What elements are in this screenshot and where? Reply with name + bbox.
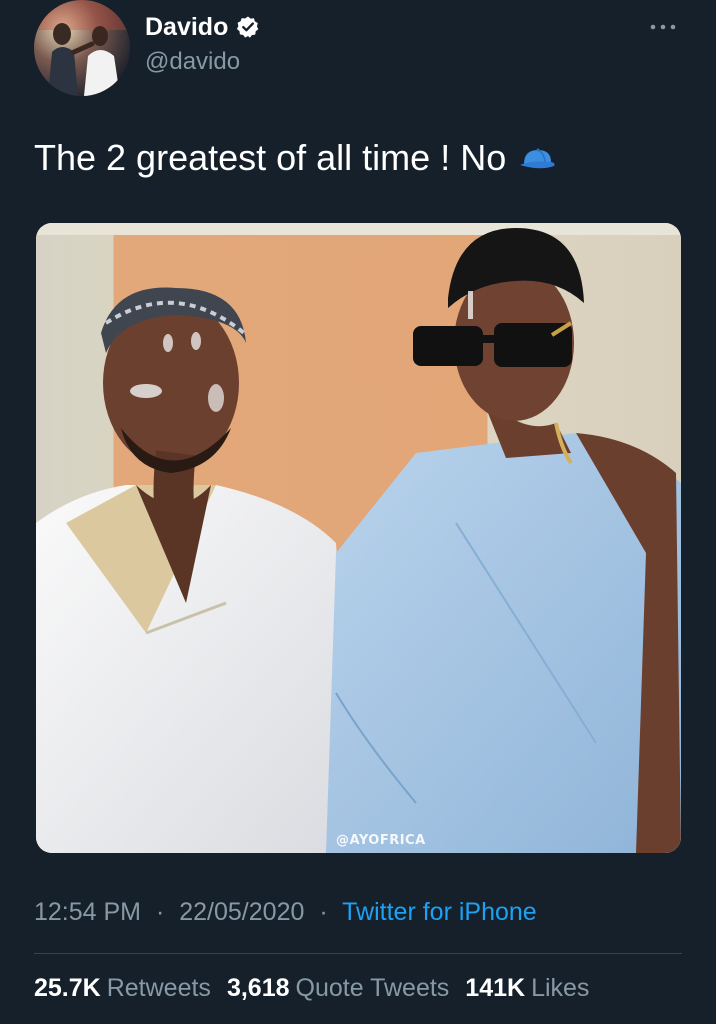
photo-two-men-icon xyxy=(36,223,681,853)
tweet-detail: Davido @davido The 2 greatest of all tim… xyxy=(0,0,716,1024)
quote-tweets-stat[interactable]: 3,618 Quote Tweets xyxy=(227,972,449,1004)
user-block: Davido @davido xyxy=(145,12,260,76)
tweet-time[interactable]: 12:54 PM xyxy=(34,898,141,926)
tweet-media-photo[interactable]: @AYOFRICA xyxy=(36,223,681,853)
avatar-photo-icon xyxy=(34,0,130,96)
image-watermark: @AYOFRICA xyxy=(336,833,426,848)
user-handle[interactable]: @davido xyxy=(145,48,260,76)
verified-badge-icon xyxy=(237,16,259,38)
quote-tweets-label: Quote Tweets xyxy=(295,974,450,1002)
retweets-count: 25.7K xyxy=(34,974,101,1002)
tweet-text: The 2 greatest of all time ! No xyxy=(34,136,558,180)
meta-separator: · xyxy=(319,898,328,926)
likes-stat[interactable]: 141K Likes xyxy=(465,972,589,1004)
tweet-header: Davido @davido xyxy=(34,0,684,100)
likes-label: Likes xyxy=(531,974,590,1002)
divider xyxy=(34,953,682,954)
meta-separator: · xyxy=(155,898,165,926)
display-name-row: Davido xyxy=(145,12,260,42)
billed-cap-icon xyxy=(520,148,555,169)
likes-count: 141K xyxy=(465,974,526,1002)
tweet-stats: 25.7K Retweets 3,618 Quote Tweets 141K Like… xyxy=(34,972,589,1004)
tweet-date[interactable]: 22/05/2020 xyxy=(179,898,304,926)
avatar[interactable] xyxy=(34,0,130,96)
retweets-label: Retweets xyxy=(106,974,211,1002)
tweet-text-content: The 2 greatest of all time ! No xyxy=(34,137,507,178)
more-options-icon[interactable] xyxy=(648,18,678,36)
retweets-stat[interactable]: 25.7K Retweets xyxy=(34,972,211,1004)
tweet-meta: 12:54 PM · 22/05/2020 · Twitter for iPho… xyxy=(34,896,537,928)
display-name[interactable]: Davido xyxy=(145,12,228,42)
tweet-source-link[interactable]: Twitter for iPhone xyxy=(342,898,537,926)
quote-tweets-count: 3,618 xyxy=(226,974,290,1002)
